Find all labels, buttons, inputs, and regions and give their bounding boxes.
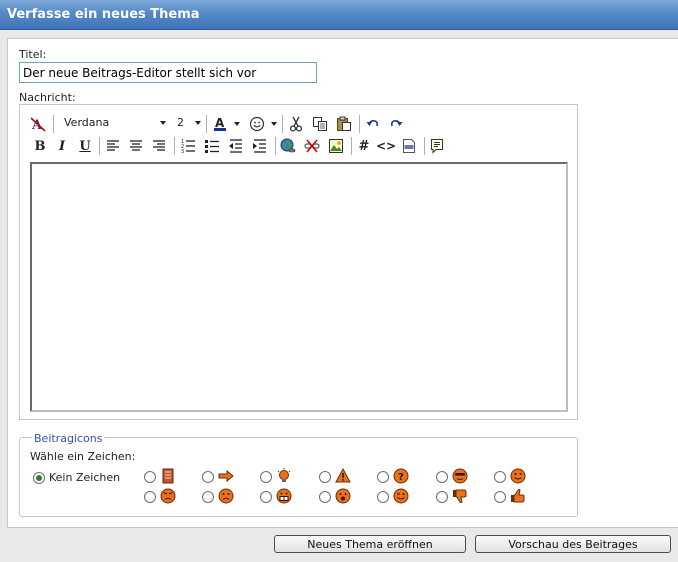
svg-text:A: A	[215, 116, 225, 130]
unordered-list-icon[interactable]	[202, 136, 222, 156]
angry-smiley-icon	[160, 488, 176, 504]
post-icon-radio-lightbulb[interactable]	[260, 471, 272, 483]
message-label: Nachricht:	[19, 91, 76, 104]
remove-format-icon[interactable]: A	[28, 114, 48, 134]
chevron-down-icon	[160, 121, 166, 125]
post-icon-radio-thumbs-up[interactable]	[494, 491, 506, 503]
chevron-down-icon[interactable]	[234, 122, 240, 126]
post-icons-legend: Beitragicons	[32, 432, 105, 445]
question-icon: ?	[393, 468, 409, 484]
paste-icon[interactable]	[334, 114, 354, 134]
cut-icon[interactable]	[286, 114, 306, 134]
post-icon-radio-document[interactable]	[144, 471, 156, 483]
post-icon-radio-thumbs-down[interactable]	[436, 491, 448, 503]
post-icon-radio-frown[interactable]	[202, 491, 214, 503]
svg-text:3: 3	[181, 149, 184, 154]
thumbs-down-icon	[453, 489, 467, 503]
post-icon-radio-question[interactable]	[377, 471, 389, 483]
toolbar-separator	[351, 137, 352, 155]
submit-new-topic-button[interactable]: Neues Thema eröffnen	[274, 535, 466, 553]
toolbar-separator	[53, 115, 54, 133]
warning-icon	[335, 468, 351, 483]
smile-smiley-icon	[510, 468, 526, 484]
cool-smiley-icon	[452, 468, 468, 484]
ordered-list-icon[interactable]: 123	[178, 136, 198, 156]
post-icon-none-label: Kein Zeichen	[49, 471, 121, 484]
post-icons-prompt: Wähle ein Zeichen:	[30, 450, 136, 463]
toolbar-separator	[275, 137, 276, 155]
title-label: Titel:	[19, 48, 47, 61]
post-icon-radio-grin[interactable]	[260, 491, 272, 503]
align-center-icon[interactable]	[126, 136, 146, 156]
toolbar-separator	[359, 115, 360, 133]
chevron-down-icon[interactable]	[271, 122, 277, 126]
toolbar-separator	[99, 137, 100, 155]
italic-icon[interactable]: I	[52, 136, 72, 156]
chevron-down-icon	[195, 121, 201, 125]
remove-link-icon[interactable]	[302, 136, 322, 156]
arrow-right-icon	[218, 469, 234, 483]
quote-icon[interactable]	[427, 136, 447, 156]
frown-smiley-icon	[218, 488, 234, 504]
wink-smiley-icon	[393, 488, 409, 504]
post-icon-radio-surprised[interactable]	[319, 491, 331, 503]
toolbar-separator	[174, 137, 175, 155]
underline-icon[interactable]: U	[75, 136, 95, 156]
grin-smiley-icon	[276, 488, 292, 504]
post-icon-radio-wink[interactable]	[377, 491, 389, 503]
post-icon-radio-warning[interactable]	[319, 471, 331, 483]
copy-icon[interactable]	[310, 114, 330, 134]
toolbar-separator	[282, 115, 283, 133]
size-select[interactable]: 2	[173, 115, 201, 132]
editor-toolbar: A Verdana 2 A B I U 1 2 3 # <>	[26, 112, 574, 160]
font-select-value: Verdana	[64, 116, 110, 129]
message-textarea[interactable]	[30, 162, 568, 412]
smiley-icon[interactable]	[247, 114, 267, 134]
outdent-icon[interactable]	[226, 136, 246, 156]
svg-text:?: ?	[398, 472, 404, 483]
html-code-icon[interactable]: <>	[376, 136, 396, 156]
page-title: Verfasse ein neues Thema	[7, 7, 200, 22]
post-icon-radio-smile[interactable]	[494, 471, 506, 483]
undo-icon[interactable]	[363, 114, 383, 134]
toolbar-separator	[206, 115, 207, 133]
font-select[interactable]: Verdana	[56, 115, 166, 132]
post-icon-radio-arrow-right[interactable]	[202, 471, 214, 483]
bold-icon[interactable]: B	[30, 136, 50, 156]
indent-icon[interactable]	[250, 136, 270, 156]
size-select-value: 2	[177, 116, 184, 129]
lightbulb-icon	[277, 468, 291, 482]
post-icon-radio-angry[interactable]	[144, 491, 156, 503]
insert-image-icon[interactable]	[326, 136, 346, 156]
code-hash-icon[interactable]: #	[354, 136, 374, 156]
toolbar-separator	[424, 137, 425, 155]
post-icon-radio-none[interactable]	[33, 472, 45, 484]
preview-post-button[interactable]: Vorschau des Beitrages	[475, 535, 671, 553]
php-code-icon[interactable]	[399, 136, 419, 156]
align-left-icon[interactable]	[103, 136, 123, 156]
insert-link-icon[interactable]	[278, 136, 298, 156]
font-color-icon[interactable]: A	[210, 114, 230, 134]
post-icon-radio-cool[interactable]	[436, 471, 448, 483]
redo-icon[interactable]	[386, 114, 406, 134]
title-input[interactable]	[19, 62, 317, 83]
align-right-icon[interactable]	[149, 136, 169, 156]
thumbs-up-icon	[511, 489, 525, 503]
surprised-smiley-icon	[335, 488, 351, 504]
document-icon	[162, 468, 174, 484]
